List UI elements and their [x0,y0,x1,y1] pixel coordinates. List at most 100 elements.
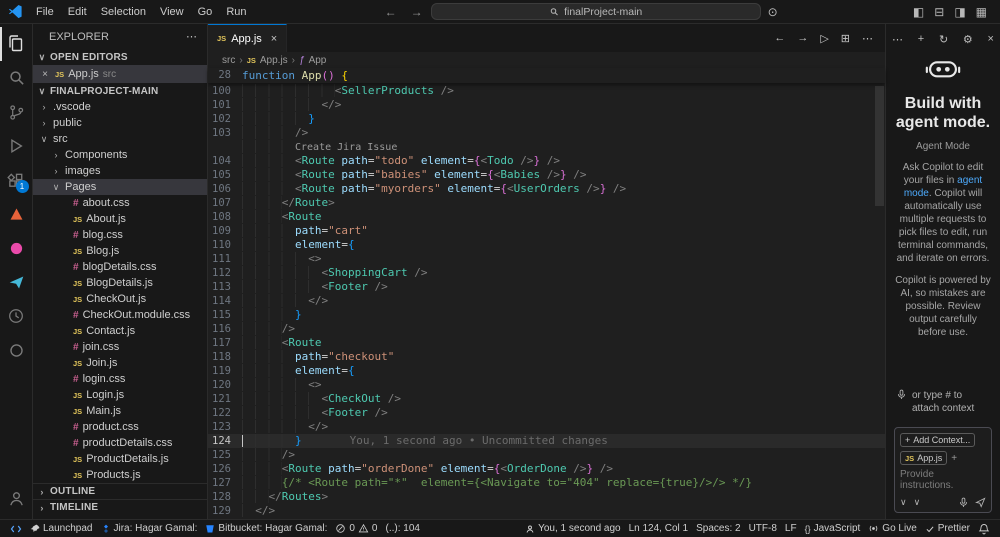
code-line[interactable]: 117 <Route [208,336,885,350]
mode-dropdown[interactable]: ∨ [900,497,907,508]
close-panel-icon[interactable]: × [988,33,994,45]
toggle-sidebar-icon[interactable]: ◧ [908,5,929,19]
menu-go[interactable]: Go [191,4,220,20]
file-blog-js[interactable]: JS Blog.js [33,243,207,259]
file-login-js[interactable]: JS Login.js [33,387,207,403]
file-checkout-module-css[interactable]: # CheckOut.module.css [33,307,207,323]
settings-icon[interactable]: ⚙ [963,33,973,46]
file-join-css[interactable]: # join.css [33,339,207,355]
activitybar-circle-extension-icon[interactable] [0,333,33,367]
copilot-titlebar-icon[interactable]: ⊙ [763,5,783,19]
activitybar-extensions-icon[interactable]: 1 [0,163,33,197]
code-area[interactable]: 100 <SellerProducts /> 101 </> 102 } 103 />… [208,83,885,519]
code-line[interactable]: 114 </> [208,294,885,308]
status-eol[interactable]: LF [781,520,801,537]
chat-input-placeholder[interactable]: Provide instructions. [900,469,986,491]
activitybar-source-control-icon[interactable] [0,95,33,129]
code-line[interactable]: 129 </> [208,504,885,518]
new-chat-icon[interactable]: + [918,33,924,45]
code-line[interactable]: 101 </> [208,98,885,112]
code-line[interactable]: 104 <Route path="todo" element={<Todo />… [208,154,885,168]
code-line[interactable]: 106 <Route path="myorders" element={<Use… [208,182,885,196]
menu-file[interactable]: File [29,4,61,20]
toggle-panel-icon[interactable]: ⊟ [929,5,949,19]
code-line[interactable]: 124 } You, 1 second ago • Uncommitted cha… [208,434,885,448]
activitybar-jira-icon[interactable] [0,197,33,231]
code-line[interactable]: 113 <Footer /> [208,280,885,294]
file-products-js[interactable]: JS Products.js [33,467,207,483]
code-line[interactable]: 105 <Route path="babies" element={<Babie… [208,168,885,182]
folder-pages[interactable]: ∨ Pages [33,179,207,195]
open-editor-item[interactable]: × JS App.js src [33,65,207,83]
file-about-css[interactable]: # about.css [33,195,207,211]
activitybar-run-and-debug-icon[interactable] [0,129,33,163]
status-indentation[interactable]: Spaces: 2 [692,520,744,537]
add-context-button[interactable]: + Add Context... [900,433,976,447]
code-line[interactable]: 100 <SellerProducts /> [208,84,885,98]
status-encoding[interactable]: UTF-8 [745,520,781,537]
file-blogdetails-css[interactable]: # blogDetails.css [33,259,207,275]
breadcrumb-app.js[interactable]: App.js [260,55,288,66]
menu-view[interactable]: View [153,4,191,20]
file-blogdetails-js[interactable]: JS BlogDetails.js [33,275,207,291]
command-center-search[interactable]: finalProject-main [430,3,761,20]
menu-selection[interactable]: Selection [94,4,153,20]
editor-scrollbar[interactable] [875,86,884,206]
status-language[interactable]: {} JavaScript [801,520,865,537]
file-about-js[interactable]: JS About.js [33,211,207,227]
code-line[interactable]: 102 } [208,112,885,126]
code-line[interactable]: 120 <> [208,378,885,392]
folder--vscode[interactable]: › .vscode [33,99,207,115]
file-join-js[interactable]: JS Join.js [33,355,207,371]
status-cursor-position[interactable]: Ln 124, Col 1 [625,520,693,537]
codelens-link[interactable]: Create Jira Issue [295,142,397,153]
activitybar-account-icon[interactable] [0,481,33,515]
code-line[interactable]: 103 /> [208,126,885,140]
activitybar-clock-extension-icon[interactable] [0,299,33,333]
status-go-live[interactable]: Go Live [864,520,920,537]
close-icon[interactable]: × [271,33,277,45]
folder-images[interactable]: › images [33,163,207,179]
status-bitbucket[interactable]: Bitbucket: Hagar Gamal: [201,520,331,537]
file-productdetails-css[interactable]: # productDetails.css [33,435,207,451]
code-line[interactable]: 119 element={ [208,364,885,378]
close-icon[interactable]: × [39,69,51,80]
file-productdetails-js[interactable]: JS ProductDetails.js [33,451,207,467]
model-dropdown[interactable]: ∨ [914,497,921,508]
code-line[interactable]: 116 /> [208,322,885,336]
code-line[interactable]: 122 <Footer /> [208,406,885,420]
code-line[interactable]: 118 path="checkout" [208,350,885,364]
split-editor-icon[interactable]: ⊞ [841,32,850,45]
file-contact-js[interactable]: JS Contact.js [33,323,207,339]
copilot-chat-input[interactable]: + Add Context... JS App.js + Provide instr… [894,427,992,513]
code-line[interactable]: 127 {/* <Route path="*" element={<Naviga… [208,476,885,490]
folder-components[interactable]: › Components [33,147,207,163]
status-counter[interactable]: (..): 104 [381,520,423,537]
context-file-chip[interactable]: JS App.js [900,451,948,465]
file-checkout-js[interactable]: JS CheckOut.js [33,291,207,307]
codelens-row[interactable]: Create Jira Issue [208,140,885,154]
plus-icon[interactable]: + [951,453,957,464]
activitybar-search-icon[interactable] [0,61,33,95]
code-line[interactable]: 128 </Routes> [208,490,885,504]
more-actions-icon[interactable]: ⋯ [862,32,873,45]
customize-layout-icon[interactable]: ▦ [971,5,992,19]
nav-back-icon[interactable]: ← [774,32,785,44]
breadcrumb-app[interactable]: App [309,55,327,66]
code-line[interactable]: 125 /> [208,448,885,462]
run-icon[interactable]: ▷ [820,32,828,45]
status-problems[interactable]: 00 [331,520,381,537]
status-notifications[interactable] [974,520,994,537]
code-line[interactable]: 108 <Route [208,210,885,224]
activitybar-pink-extension-icon[interactable] [0,231,33,265]
menu-run[interactable]: Run [219,4,253,20]
file-main-js[interactable]: JS Main.js [33,403,207,419]
open-editors-header[interactable]: ∨ OPEN EDITORS [33,49,207,65]
status-jira[interactable]: Jira: Hagar Gamal: [97,520,202,537]
code-line[interactable]: 115 } [208,308,885,322]
file-login-css[interactable]: # login.css [33,371,207,387]
code-line[interactable]: 109 path="cart" [208,224,885,238]
nav-forward-icon[interactable]: → [405,5,429,19]
folder-public[interactable]: › public [33,115,207,131]
toggle-secondary-sidebar-icon[interactable]: ◨ [949,5,970,19]
